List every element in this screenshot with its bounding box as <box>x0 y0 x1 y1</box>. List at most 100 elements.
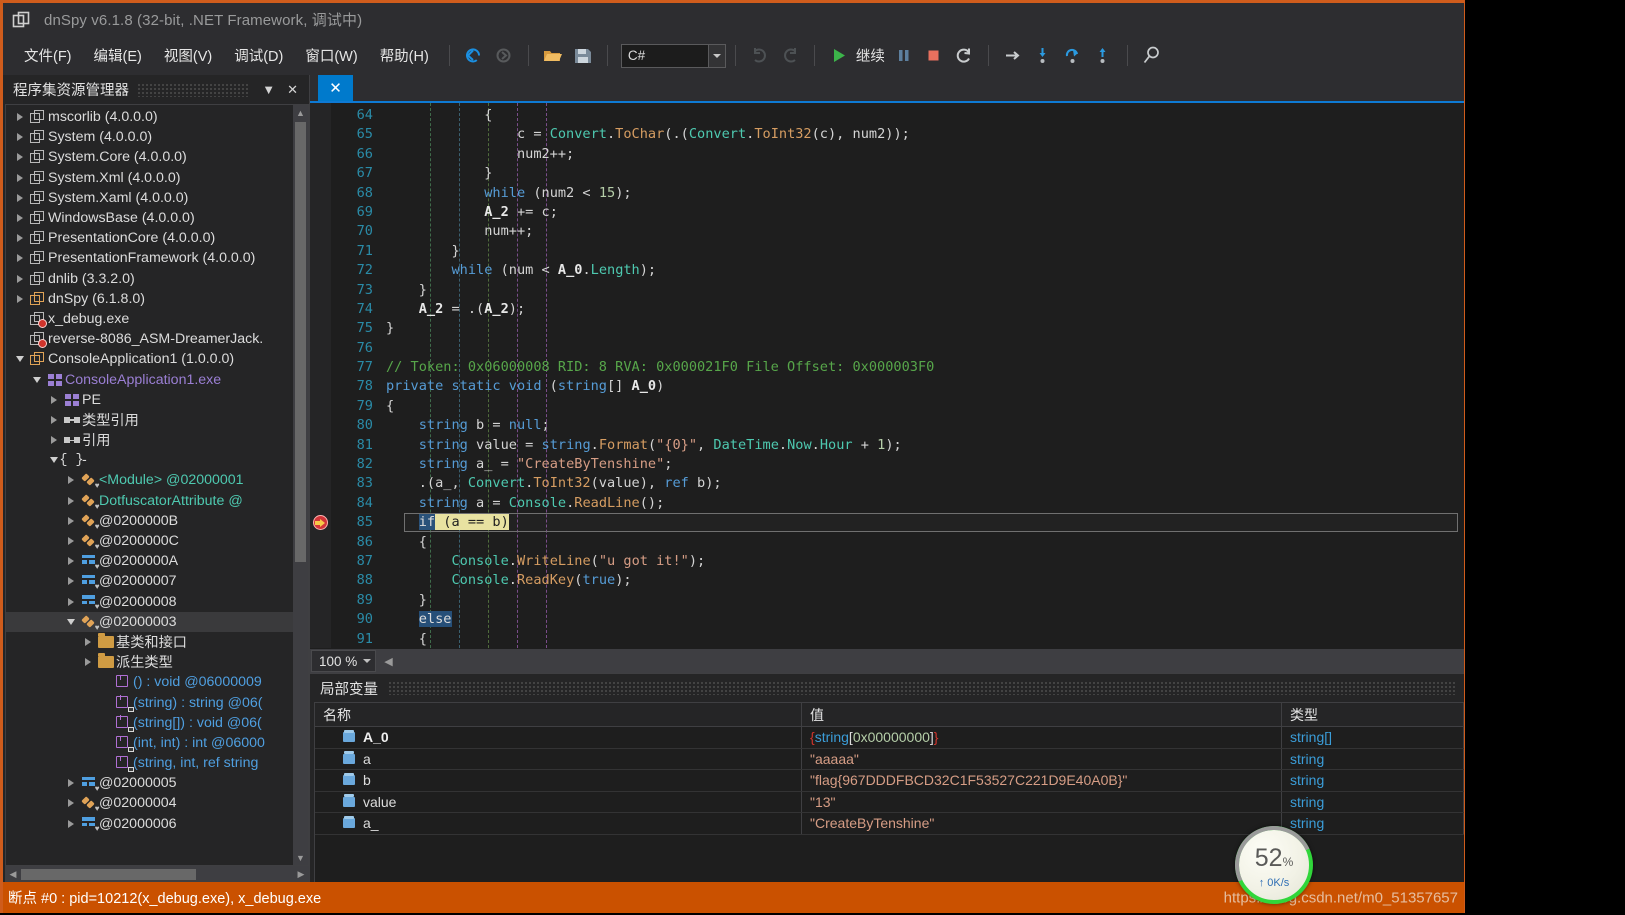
chevron-right-icon[interactable] <box>80 637 95 646</box>
tree-node-presentationcore[interactable]: PresentationCore (4.0.0.0) <box>6 228 293 248</box>
chevron-right-icon[interactable] <box>46 436 61 445</box>
tree-node-method-string[interactable]: (string) : string @06( <box>6 692 293 712</box>
code-line[interactable]: 68 while (num2 < 15); <box>331 184 1464 203</box>
panel-close-icon[interactable]: ✕ <box>281 82 304 98</box>
continue-label[interactable]: 继续 <box>856 45 885 66</box>
step-out-button[interactable] <box>1088 41 1118 71</box>
tree-node-reverse-8086[interactable]: reverse-8086_ASM-DreamerJack. <box>6 329 293 349</box>
code-line[interactable]: 70 num++; <box>331 222 1464 241</box>
tree-node-0200000b[interactable]: ♥ @0200000B <box>6 511 293 531</box>
code-line[interactable]: 66 num2++; <box>331 145 1464 164</box>
chevron-down-icon[interactable] <box>707 44 725 67</box>
tree-node-mscorlib[interactable]: mscorlib (4.0.0.0) <box>6 107 293 127</box>
chevron-right-icon[interactable] <box>63 597 78 606</box>
code-line[interactable]: 74 A_2 = .(A_2); <box>331 300 1464 319</box>
tree-node-0200000c[interactable]: ♥ @0200000C <box>6 531 293 551</box>
chevron-right-icon[interactable] <box>12 113 27 122</box>
tree-node-presentationframework[interactable]: PresentationFramework (4.0.0.0) <box>6 248 293 268</box>
chevron-right-icon[interactable] <box>80 658 95 667</box>
search-button[interactable] <box>1137 41 1167 71</box>
code-line[interactable]: 86 { <box>331 533 1464 552</box>
tree-node-system-core[interactable]: System.Core (4.0.0.0) <box>6 147 293 167</box>
redo-button[interactable] <box>775 41 805 71</box>
step-into-button[interactable] <box>1028 41 1058 71</box>
tree-node-method-stringarr[interactable]: (string[]) : void @06( <box>6 713 293 733</box>
code-line[interactable]: 88 Console.ReadKey(true); <box>331 571 1464 590</box>
tree-node-0200000a[interactable]: ♥ @0200000A <box>6 551 293 571</box>
language-combo[interactable]: C# <box>620 43 726 68</box>
locals-col-type[interactable]: 类型 <box>1282 703 1464 726</box>
code-line[interactable]: 91 { <box>331 630 1464 648</box>
locals-col-name[interactable]: 名称 <box>315 703 802 726</box>
code-line[interactable]: 89 } <box>331 591 1464 610</box>
locals-col-value[interactable]: 值 <box>802 703 1282 726</box>
locals-drag-grip[interactable] <box>388 681 1456 695</box>
code-line[interactable]: 67 } <box>331 164 1464 183</box>
code-line[interactable]: 64 { <box>331 106 1464 125</box>
tree-node-02000006[interactable]: ♥ @02000006 <box>6 814 293 834</box>
chevron-right-icon[interactable] <box>12 214 27 223</box>
continue-button[interactable] <box>824 41 854 71</box>
chevron-right-icon[interactable] <box>63 577 78 586</box>
tree-horizontal-scrollbar[interactable]: ◀ ▶ <box>5 866 309 882</box>
tree-node-type-references[interactable]: 类型引用 <box>6 410 293 430</box>
locals-row[interactable]: value "13" string <box>315 791 1464 813</box>
tab-active[interactable]: ✕ <box>318 75 353 101</box>
tree-scroll-thumb[interactable] <box>295 122 306 562</box>
chevron-right-icon[interactable] <box>12 133 27 142</box>
tree-node-method-ctor[interactable]: () : void @06000009 <box>6 672 293 692</box>
scroll-up-arrow-icon[interactable]: ▲ <box>293 105 308 120</box>
breakpoint-current-statement-icon[interactable] <box>313 515 328 531</box>
save-button[interactable] <box>568 41 598 71</box>
menu-window[interactable]: 窗口(W) <box>294 41 368 70</box>
tree-node-dnspy[interactable]: dnSpy (6.1.8.0) <box>6 289 293 309</box>
chevron-right-icon[interactable] <box>46 415 61 424</box>
code-line[interactable]: 81 string value = string.Format("{0}", D… <box>331 436 1464 455</box>
panel-menu-button[interactable]: ▼ <box>256 82 281 97</box>
chevron-down-icon[interactable] <box>63 618 78 625</box>
forward-button[interactable] <box>489 41 519 71</box>
chevron-right-icon[interactable] <box>63 779 78 788</box>
tree-node-windowsbase[interactable]: WindowsBase (4.0.0.0) <box>6 208 293 228</box>
stop-button[interactable] <box>919 41 949 71</box>
tree-node-base-types[interactable]: 基类和接口 <box>6 632 293 652</box>
chevron-right-icon[interactable] <box>46 395 61 404</box>
chevron-right-icon[interactable] <box>63 476 78 485</box>
tree-node-system-xaml[interactable]: System.Xaml (4.0.0.0) <box>6 188 293 208</box>
code-line[interactable]: 90 else <box>331 610 1464 629</box>
chevron-right-icon[interactable] <box>12 294 27 303</box>
code-line[interactable]: 69 A_2 += c; <box>331 203 1464 222</box>
step-out-of-button[interactable] <box>1058 41 1088 71</box>
tree-vertical-scrollbar[interactable]: ▲ ▼ <box>293 105 308 865</box>
locals-row[interactable]: b "flag{967DDDFBCD32C1F53527C221D9E40A0B}… <box>315 770 1464 792</box>
tree-node-dnlib[interactable]: dnlib (3.3.2.0) <box>6 269 293 289</box>
chevron-down-icon[interactable] <box>12 356 27 363</box>
menu-file[interactable]: 文件(F) <box>13 41 83 70</box>
code-line[interactable]: 83 .(a_, Convert.ToInt32(value), ref b); <box>331 474 1464 493</box>
tree-node-x-debug[interactable]: x_debug.exe <box>6 309 293 329</box>
chevron-right-icon[interactable] <box>12 193 27 202</box>
panel-drag-grip[interactable] <box>137 82 249 97</box>
code-line[interactable]: 77 // Token: 0x06000008 RID: 8 RVA: 0x000… <box>331 358 1464 377</box>
code-line[interactable]: 76 <box>331 339 1464 358</box>
back-button[interactable] <box>459 41 489 71</box>
chevron-right-icon[interactable] <box>63 537 78 546</box>
tree-node-module-class[interactable]: ♥ <Module> @02000001 <box>6 470 293 490</box>
menu-help[interactable]: 帮助(H) <box>369 41 440 70</box>
breakpoint-gutter[interactable] <box>310 103 331 648</box>
undo-button[interactable] <box>745 41 775 71</box>
code-line[interactable]: 82 string a_ = "CreateByTenshine"; <box>331 455 1464 474</box>
chevron-right-icon[interactable] <box>63 819 78 828</box>
code-line[interactable]: 65 c = Convert.ToChar(.(Convert.ToInt32(… <box>331 125 1464 144</box>
locals-row[interactable]: A_0 {string[0x00000000]} string[] <box>315 727 1464 749</box>
tree-node-references[interactable]: 引用 <box>6 430 293 450</box>
code-line[interactable]: 79 { <box>331 397 1464 416</box>
code-line[interactable]: 72 while (num < A_0.Length); <box>331 261 1464 280</box>
scroll-down-arrow-icon[interactable]: ▼ <box>293 850 308 865</box>
scroll-left-arrow-icon[interactable]: ◀ <box>5 869 21 880</box>
chevron-right-icon[interactable] <box>63 799 78 808</box>
tree-node-02000005[interactable]: ♥ @02000005 <box>6 773 293 793</box>
tree-node-pe[interactable]: PE <box>6 390 293 410</box>
code-line[interactable]: 71 } <box>331 242 1464 261</box>
restart-button[interactable] <box>949 41 979 71</box>
